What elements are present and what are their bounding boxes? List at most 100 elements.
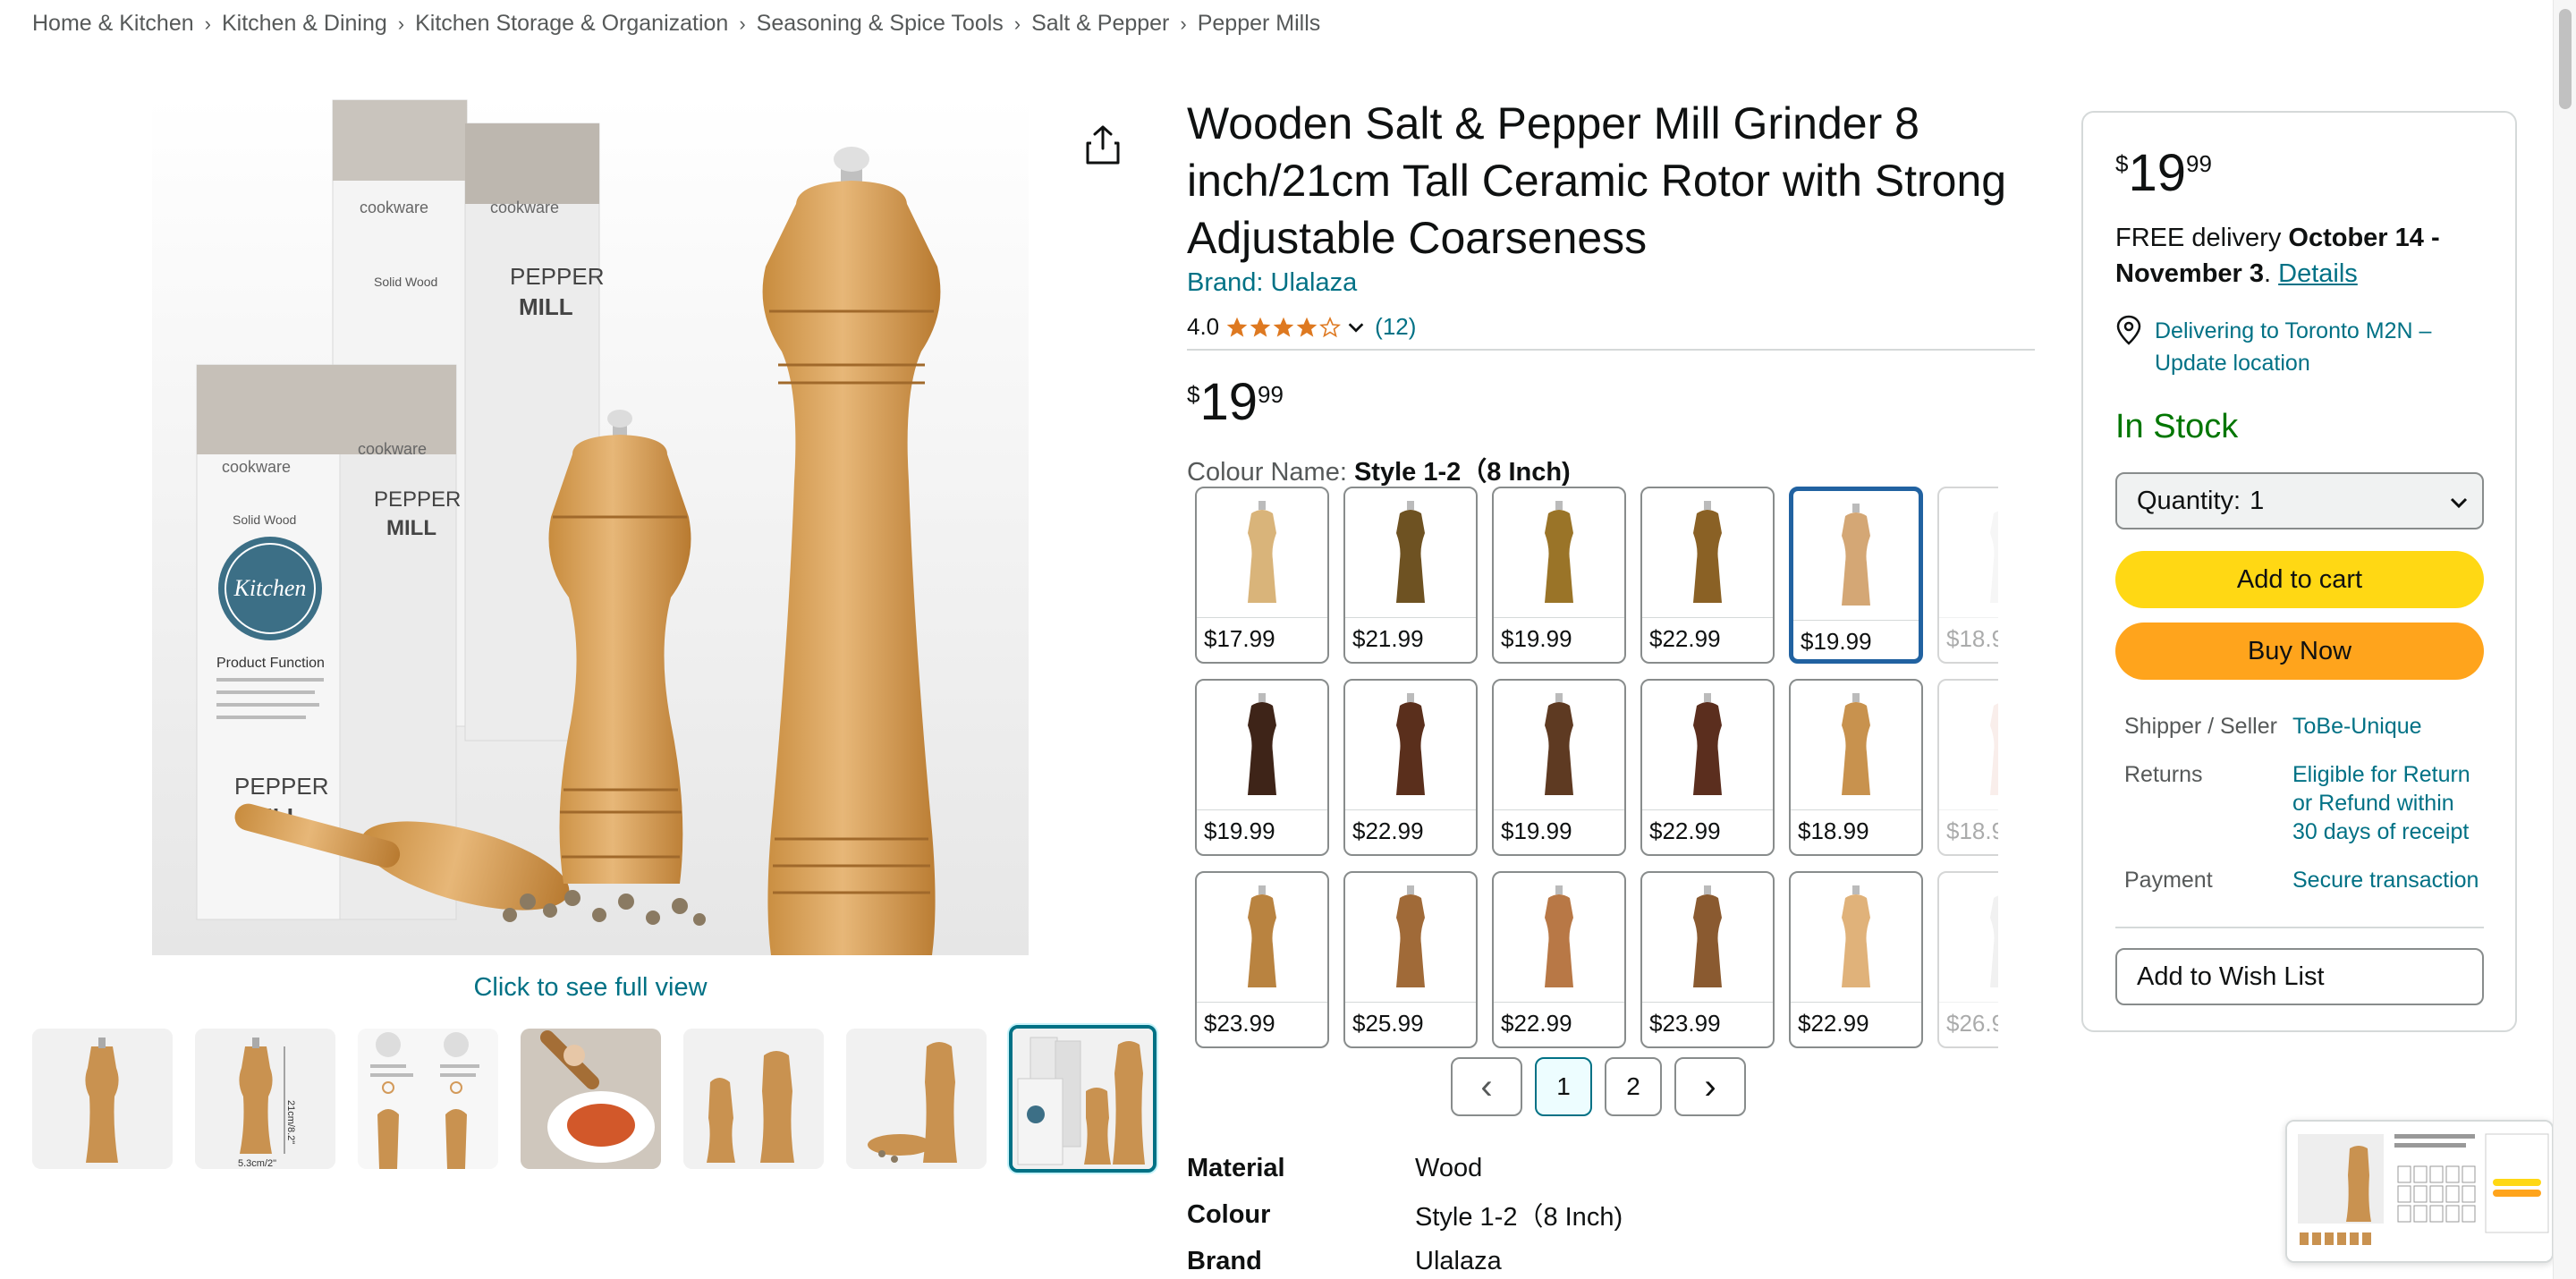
scrollbar-thumb[interactable] bbox=[2559, 9, 2572, 109]
breadcrumb-link[interactable]: Home & Kitchen bbox=[32, 11, 194, 37]
star-icon bbox=[1226, 317, 1248, 337]
thumbnail-5[interactable] bbox=[683, 1029, 824, 1169]
product-specs: Material Wood Colour Style 1-2（8 Inch) B… bbox=[1187, 1145, 1623, 1279]
swatch-price: $26.9 bbox=[1946, 1010, 1998, 1037]
pepper-mill-icon bbox=[1396, 500, 1425, 603]
breadcrumb-link[interactable]: Seasoning & Spice Tools bbox=[757, 11, 1004, 37]
share-button[interactable] bbox=[1084, 123, 1122, 166]
rating-stars[interactable] bbox=[1226, 316, 1342, 338]
pager-next-button[interactable]: › bbox=[1674, 1057, 1746, 1116]
seller-key: Shipper / Seller bbox=[2124, 714, 2277, 739]
brand-link[interactable]: Brand: Ulalaza bbox=[1187, 268, 1357, 298]
buy-now-button[interactable]: Buy Now bbox=[2115, 623, 2484, 680]
delivery-location[interactable]: Delivering to Toronto M2N – Update locat… bbox=[2115, 315, 2491, 379]
page-preview-image bbox=[2287, 1122, 2552, 1261]
breadcrumb-separator-icon: › bbox=[204, 12, 211, 35]
buybox-price: $ 19 99 bbox=[2115, 145, 2212, 202]
page-preview-thumbnail[interactable] bbox=[2285, 1120, 2554, 1263]
colour-swatch[interactable]: $22.99 bbox=[1343, 679, 1478, 856]
colour-swatch[interactable]: $18.9 bbox=[1937, 487, 1998, 664]
colour-swatch[interactable]: $23.99 bbox=[1640, 871, 1775, 1048]
swatch-price: $22.99 bbox=[1649, 817, 1721, 844]
thumbnail-1[interactable] bbox=[32, 1029, 173, 1169]
pepper-mill-icon bbox=[1396, 692, 1425, 795]
thumbnail-3[interactable] bbox=[358, 1029, 498, 1169]
colour-swatch[interactable]: $18.9 bbox=[1937, 679, 1998, 856]
location-pin-icon bbox=[2116, 315, 2141, 345]
main-product-image[interactable]: cookware Solid Wood cookware PEPPER MILL… bbox=[152, 97, 1029, 955]
thumbnail-7[interactable] bbox=[1009, 1025, 1157, 1173]
add-to-cart-button[interactable]: Add to cart bbox=[2115, 551, 2484, 608]
review-count-link[interactable]: (12) bbox=[1375, 313, 1416, 341]
box-brand-text: cookware bbox=[490, 199, 559, 216]
swatch-price: $19.99 bbox=[1204, 817, 1275, 844]
colour-swatch[interactable]: $22.99 bbox=[1640, 487, 1775, 664]
pepper-mill-icon bbox=[1842, 885, 1870, 987]
seller-link[interactable]: ToBe-Unique bbox=[2292, 712, 2480, 741]
chevron-left-icon: ‹ bbox=[1480, 1067, 1493, 1106]
thumbnail-6[interactable] bbox=[846, 1029, 987, 1169]
pager-prev-button[interactable]: ‹ bbox=[1451, 1057, 1522, 1116]
breadcrumb-link[interactable]: Kitchen & Dining bbox=[222, 11, 387, 37]
pepper-mill-icon bbox=[1990, 702, 1998, 795]
returns-link[interactable]: Eligible for Return or Refund within 30 … bbox=[2292, 760, 2480, 846]
chevron-down-icon[interactable] bbox=[1346, 318, 1366, 337]
colour-swatch[interactable]: $18.99 bbox=[1789, 679, 1923, 856]
swatch-image bbox=[1791, 681, 1921, 810]
colour-swatch[interactable]: $17.99 bbox=[1195, 487, 1329, 664]
colour-swatch[interactable]: $26.9 bbox=[1937, 871, 1998, 1048]
rating-value: 4.0 bbox=[1187, 313, 1220, 340]
swatch-price: $22.99 bbox=[1501, 1010, 1572, 1037]
swatch-price: $18.9 bbox=[1946, 817, 1998, 844]
swatch-image bbox=[1494, 488, 1624, 618]
seller-info-table: Shipper / Seller ToBe-Unique Returns Eli… bbox=[2124, 712, 2480, 914]
swatch-image bbox=[1642, 873, 1773, 1003]
colour-swatch[interactable]: $25.99 bbox=[1343, 871, 1478, 1048]
location-text[interactable]: Delivering to Toronto M2N – Update locat… bbox=[2155, 315, 2491, 379]
breadcrumb-link[interactable]: Kitchen Storage & Organization bbox=[415, 11, 728, 37]
colour-swatch[interactable]: $19.99 bbox=[1492, 679, 1626, 856]
star-icon bbox=[1296, 317, 1318, 337]
breadcrumb-link[interactable]: Pepper Mills bbox=[1198, 11, 1321, 37]
swatch-price: $19.99 bbox=[1501, 625, 1572, 652]
payment-link[interactable]: Secure transaction bbox=[2292, 866, 2480, 894]
page-scrollbar[interactable] bbox=[2553, 0, 2576, 1279]
product-title: Wooden Salt & Pepper Mill Grinder 8 inch… bbox=[1187, 98, 2007, 263]
swatch-price: $25.99 bbox=[1352, 1010, 1424, 1037]
colour-swatch[interactable]: $19.99 bbox=[1195, 679, 1329, 856]
swatch-image bbox=[1793, 491, 1919, 621]
full-view-link[interactable]: Click to see full view bbox=[322, 973, 859, 1003]
details-link[interactable]: Details bbox=[2278, 259, 2358, 288]
add-to-wish-list-button[interactable]: Add to Wish List bbox=[2115, 948, 2484, 1005]
star-empty-icon bbox=[1319, 316, 1342, 337]
colour-swatch[interactable]: $19.99 bbox=[1492, 487, 1626, 664]
swatch-price: $19.99 bbox=[1801, 628, 1872, 655]
breadcrumb-separator-icon: › bbox=[397, 12, 405, 35]
chevron-down-icon bbox=[2450, 497, 2468, 509]
swatch-price: $22.99 bbox=[1649, 625, 1721, 652]
product-price: $ 19 99 bbox=[1187, 374, 1284, 431]
swatch-image bbox=[1939, 488, 1998, 618]
colour-swatch[interactable]: $22.99 bbox=[1492, 871, 1626, 1048]
colour-swatch[interactable]: $22.99 bbox=[1789, 871, 1923, 1048]
colour-swatch[interactable]: $19.99 bbox=[1789, 487, 1923, 664]
colour-swatch[interactable]: $23.99 bbox=[1195, 871, 1329, 1048]
colour-swatch[interactable]: $21.99 bbox=[1343, 487, 1478, 664]
pepper-mill-icon bbox=[1248, 692, 1276, 795]
swatch-image bbox=[1642, 681, 1773, 810]
pepper-mill-icon bbox=[1693, 500, 1722, 603]
pepper-mill-icon bbox=[1545, 500, 1573, 603]
thumbnail-4[interactable] bbox=[521, 1029, 661, 1169]
thumbnail-2[interactable]: 21cm/8.2" 5.3cm/2" bbox=[195, 1029, 335, 1169]
pager-page-1[interactable]: 1 bbox=[1535, 1057, 1592, 1116]
breadcrumb-link[interactable]: Salt & Pepper bbox=[1031, 11, 1169, 37]
colour-swatch[interactable]: $22.99 bbox=[1640, 679, 1775, 856]
pepper-mill-icon bbox=[1990, 510, 1998, 603]
swatch-price: $23.99 bbox=[1649, 1010, 1721, 1037]
swatch-image bbox=[1939, 681, 1998, 810]
pager-page-2[interactable]: 2 bbox=[1605, 1057, 1662, 1116]
delivery-info: FREE delivery October 14 - November 3. D… bbox=[2115, 220, 2491, 292]
quantity-select[interactable]: Quantity: 1 bbox=[2115, 472, 2484, 529]
delivery-prefix: FREE delivery bbox=[2115, 224, 2289, 252]
product-photo: cookware Solid Wood cookware PEPPER MILL… bbox=[152, 97, 1029, 955]
